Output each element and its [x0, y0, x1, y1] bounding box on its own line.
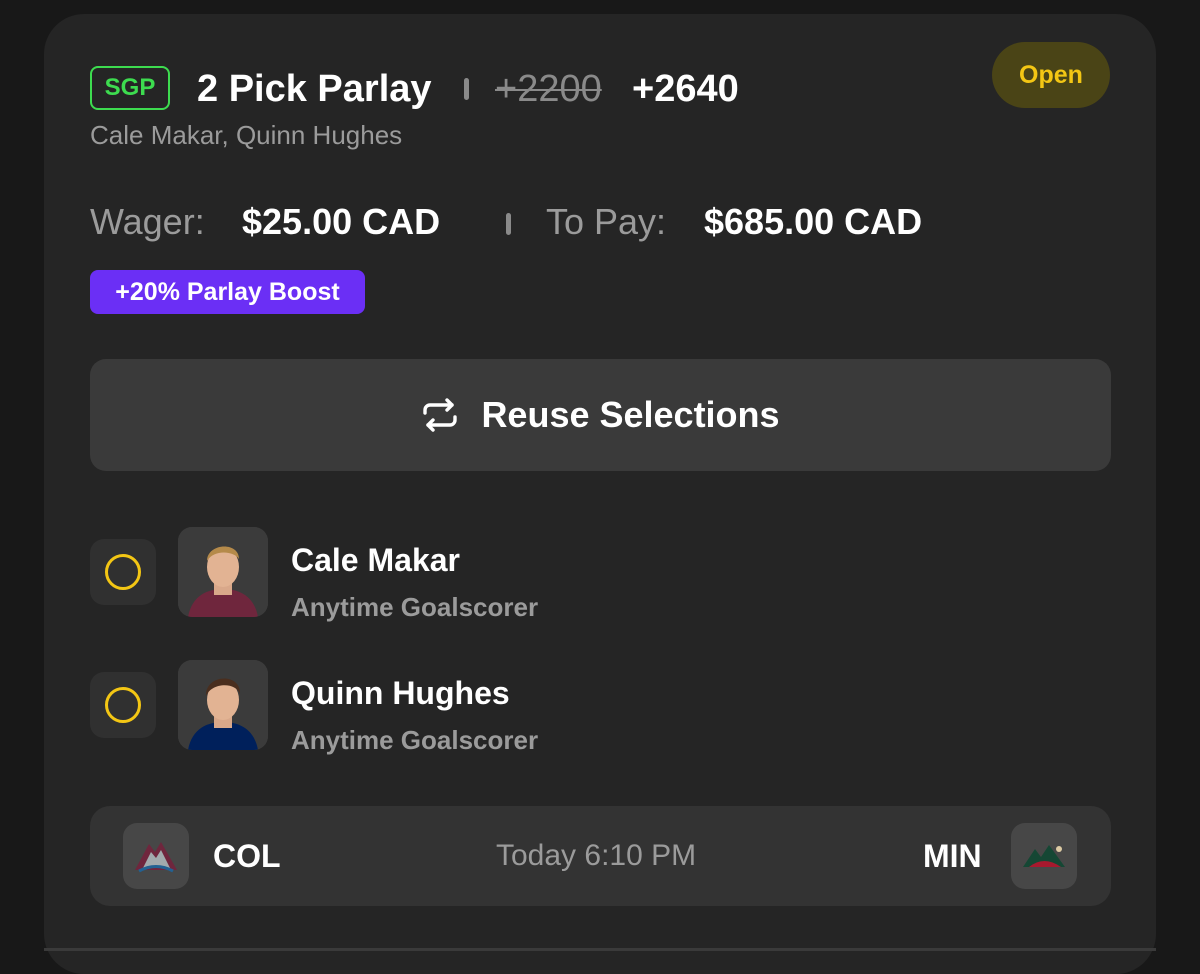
pending-ring-icon [105, 554, 141, 590]
sgp-badge: SGP [90, 66, 170, 110]
player-headshot [178, 527, 268, 617]
leg-market: Anytime Goalscorer [291, 592, 539, 622]
to-pay-label: To Pay: [546, 201, 667, 242]
leg-status-indicator [90, 672, 156, 738]
game-time: Today 6:10 PM [496, 839, 697, 872]
repeat-icon [421, 398, 459, 432]
leg-row[interactable]: Cale Makar Anytime Goalscorer [90, 527, 890, 622]
leg-player-name: Quinn Hughes [291, 675, 510, 711]
status-badge: Open [992, 42, 1110, 108]
reuse-selections-button[interactable]: Reuse Selections [90, 359, 1111, 471]
leg-row[interactable]: Quinn Hughes Anytime Goalscorer [90, 660, 890, 755]
pending-ring-icon [105, 687, 141, 723]
to-pay-value: $685.00 CAD [704, 201, 923, 242]
boosted-odds: +2640 [632, 68, 739, 110]
leg-status-indicator [90, 539, 156, 605]
wager-value: $25.00 CAD [242, 201, 441, 242]
bet-card: SGP 2 Pick Parlay +2200 +2640 Cale Makar… [44, 14, 1156, 974]
reuse-selections-label: Reuse Selections [481, 394, 780, 435]
leg-market: Anytime Goalscorer [291, 725, 539, 755]
wager-label: Wager: [90, 201, 205, 242]
players-summary: Cale Makar, Quinn Hughes [90, 120, 403, 150]
home-team-abbr: COL [213, 838, 281, 874]
player-headshot [178, 660, 268, 750]
divider [464, 78, 469, 100]
leg-player-name: Cale Makar [291, 542, 460, 578]
game-info-bar[interactable]: COL Today 6:10 PM MIN [90, 806, 1111, 906]
divider [44, 948, 1156, 951]
parlay-boost-badge: +20% Parlay Boost [90, 270, 365, 314]
col-team-logo-icon [123, 823, 189, 889]
min-team-logo-icon [1011, 823, 1077, 889]
original-odds: +2200 [495, 68, 602, 110]
away-team-abbr: MIN [923, 838, 982, 874]
divider [506, 213, 511, 235]
bet-title: 2 Pick Parlay [197, 68, 432, 110]
